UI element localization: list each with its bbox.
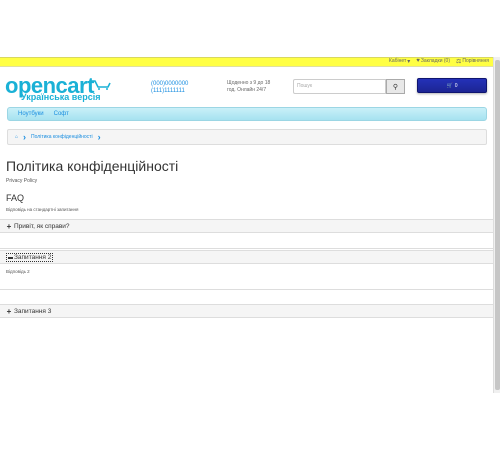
cart-count: 0 — [454, 82, 458, 89]
faq-question-3[interactable]: + Запитання 3 — [0, 304, 493, 318]
phone-2[interactable]: (111)1111111 — [151, 88, 188, 95]
breadcrumb-current[interactable]: Політика конфіденційності — [31, 134, 93, 140]
compare-label: Порівняння — [462, 58, 489, 64]
breadcrumb: ⌂ › Політика конфіденційності › — [7, 129, 487, 145]
faq-question-2[interactable]: Запитання 2 — [0, 250, 493, 264]
default-answer: Відповідь на стандартні запитання — [6, 207, 79, 212]
site-logo[interactable]: opencart Українська версія — [5, 75, 115, 103]
plus-icon: + — [6, 306, 12, 316]
logo-cart-icon — [90, 80, 111, 90]
chevron-right-icon: › — [97, 132, 101, 142]
question-label: Привіт, як справи? — [14, 222, 70, 230]
chevron-right-icon: › — [23, 132, 27, 142]
cart-icon: 🛒 — [446, 82, 453, 89]
account-label: Кабінет — [388, 58, 407, 64]
minus-icon — [8, 257, 13, 259]
search-icon: ⚲ — [392, 83, 399, 91]
phone-1[interactable]: (000)0000000 — [151, 81, 188, 88]
search-button[interactable]: ⚲ — [386, 79, 405, 94]
compare-link[interactable]: ⚖ Порівняння — [456, 58, 489, 65]
divider — [0, 248, 493, 249]
compare-icon: ⚖ — [455, 58, 462, 65]
wishlist-label: Закладки (0) — [420, 58, 450, 64]
heart-icon: ♥ — [416, 58, 420, 64]
page-title: Політика конфіденційності — [6, 158, 179, 174]
working-hours: Щоденно з 9 до 18 год. Онлайн 24/7 — [227, 80, 285, 94]
answer-2: Відповідь 2 — [6, 269, 30, 274]
vertical-scrollbar[interactable] — [493, 57, 500, 393]
cart-button[interactable]: 🛒 0 — [417, 78, 487, 93]
hours-line-1: Щоденно з 9 до 18 — [227, 80, 271, 86]
question-label: Запитання 3 — [14, 307, 52, 315]
faq-question-1[interactable]: + Привіт, як справи? — [0, 219, 493, 233]
scrollbar-thumb[interactable] — [495, 60, 500, 390]
plus-icon: + — [6, 221, 12, 231]
phone-numbers: (000)0000000 (111)1111111 — [151, 81, 188, 95]
hours-line-2: год. Онлайн 24/7 — [227, 87, 267, 93]
search-box: Пошук ⚲ — [293, 79, 405, 94]
wishlist-link[interactable]: ♥ Закладки (0) — [416, 58, 450, 64]
utility-links: Кабінет ▾ ♥ Закладки (0) ⚖ Порівняння — [389, 57, 489, 65]
menu-item-laptops[interactable]: Ноутбуки — [18, 111, 44, 117]
search-input[interactable]: Пошук — [293, 79, 386, 94]
home-icon[interactable]: ⌂ — [15, 134, 18, 140]
menu-item-software[interactable]: Софт — [54, 111, 69, 117]
question-2-label-box: Запитання 2 — [6, 252, 54, 262]
faq-heading: FAQ — [6, 193, 25, 203]
page-subtitle: Privacy Policy — [6, 178, 38, 184]
question-label: Запитання 2 — [14, 253, 52, 261]
caret-down-icon: ▾ — [407, 58, 411, 65]
main-menu: Ноутбуки Софт — [7, 107, 487, 121]
logo-subtitle: Українська версія — [21, 92, 101, 102]
divider — [0, 289, 493, 290]
account-link[interactable]: Кабінет ▾ — [389, 58, 410, 65]
